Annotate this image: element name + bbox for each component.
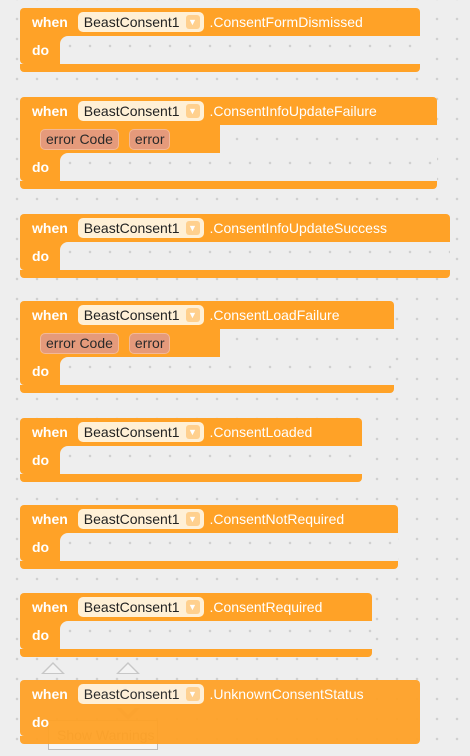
event-name: .ConsentFormDismissed — [209, 14, 363, 30]
component-name: BeastConsent1 — [83, 511, 180, 527]
event-block-consent-loaded[interactable]: when BeastConsent1 ▼ .ConsentLoaded do — [20, 418, 362, 482]
do-keyword: do — [32, 42, 50, 58]
event-name: .ConsentInfoUpdateSuccess — [209, 220, 387, 236]
event-name: .ConsentNotRequired — [209, 511, 345, 527]
block-bottom — [20, 736, 420, 744]
chevron-down-icon[interactable]: ▼ — [185, 600, 200, 614]
block-header[interactable]: when BeastConsent1 ▼ .ConsentRequired — [20, 593, 372, 621]
do-keyword: do — [32, 159, 50, 175]
block-bottom — [20, 270, 450, 278]
do-row: do — [20, 242, 450, 270]
component-dropdown[interactable]: BeastConsent1 ▼ — [77, 305, 204, 325]
block-bottom — [20, 561, 398, 569]
do-row: do — [20, 708, 420, 736]
do-keyword: do — [32, 539, 50, 555]
do-keyword: do — [32, 714, 50, 730]
component-dropdown[interactable]: BeastConsent1 ▼ — [77, 12, 204, 32]
do-row: do — [20, 446, 362, 474]
when-keyword: when — [32, 103, 68, 119]
do-row: do — [20, 357, 394, 385]
component-dropdown[interactable]: BeastConsent1 ▼ — [77, 597, 204, 617]
component-name: BeastConsent1 — [83, 14, 180, 30]
when-keyword: when — [32, 307, 68, 323]
block-header[interactable]: when BeastConsent1 ▼ .ConsentInfoUpdateS… — [20, 214, 450, 242]
component-name: BeastConsent1 — [83, 686, 180, 702]
do-statement-slot[interactable] — [60, 446, 362, 474]
component-dropdown[interactable]: BeastConsent1 ▼ — [77, 101, 204, 121]
do-statement-slot[interactable] — [60, 242, 450, 270]
do-statement-slot[interactable] — [60, 36, 420, 64]
when-keyword: when — [32, 599, 68, 615]
block-header[interactable]: when BeastConsent1 ▼ .ConsentLoaded — [20, 418, 362, 446]
param-error-code[interactable]: error Code — [40, 128, 119, 150]
do-keyword: do — [32, 627, 50, 643]
param-error[interactable]: error — [128, 332, 171, 354]
component-dropdown[interactable]: BeastConsent1 ▼ — [77, 422, 204, 442]
component-dropdown[interactable]: BeastConsent1 ▼ — [77, 218, 204, 238]
chevron-down-icon[interactable]: ▼ — [185, 15, 200, 29]
event-block-unknown-consent-status[interactable]: when BeastConsent1 ▼ .UnknownConsentStat… — [20, 680, 420, 744]
component-name: BeastConsent1 — [83, 103, 180, 119]
param-error[interactable]: error — [128, 128, 171, 150]
chevron-down-icon[interactable]: ▼ — [185, 512, 200, 526]
block-header[interactable]: when BeastConsent1 ▼ .UnknownConsentStat… — [20, 680, 420, 708]
chevron-down-icon[interactable]: ▼ — [185, 221, 200, 235]
when-keyword: when — [32, 424, 68, 440]
parameters-row: error Code error — [20, 329, 220, 357]
event-block-consent-not-required[interactable]: when BeastConsent1 ▼ .ConsentNotRequired… — [20, 505, 398, 569]
event-name: .UnknownConsentStatus — [209, 686, 364, 702]
event-name: .ConsentRequired — [209, 599, 323, 615]
do-statement-slot[interactable] — [60, 357, 394, 385]
scroll-up-right-icon[interactable] — [116, 662, 140, 674]
do-row: do — [20, 621, 372, 649]
event-block-consent-form-dismissed[interactable]: when BeastConsent1 ▼ .ConsentFormDismiss… — [20, 8, 420, 72]
component-name: BeastConsent1 — [83, 599, 180, 615]
do-keyword: do — [32, 363, 50, 379]
block-bottom — [20, 385, 394, 393]
param-error-code[interactable]: error Code — [40, 332, 119, 354]
chevron-down-icon[interactable]: ▼ — [185, 104, 200, 118]
component-dropdown[interactable]: BeastConsent1 ▼ — [77, 684, 204, 704]
chevron-down-icon[interactable]: ▼ — [185, 308, 200, 322]
block-bottom — [20, 649, 372, 657]
do-statement-slot[interactable] — [60, 621, 372, 649]
do-row: do — [20, 533, 398, 561]
block-header[interactable]: when BeastConsent1 ▼ .ConsentNotRequired — [20, 505, 398, 533]
event-name: .ConsentInfoUpdateFailure — [209, 103, 377, 119]
parameters-row: error Code error — [20, 125, 220, 153]
event-block-consent-info-update-success[interactable]: when BeastConsent1 ▼ .ConsentInfoUpdateS… — [20, 214, 450, 278]
when-keyword: when — [32, 14, 68, 30]
do-row: do — [20, 36, 420, 64]
do-keyword: do — [32, 248, 50, 264]
when-keyword: when — [32, 220, 68, 236]
block-bottom — [20, 64, 420, 72]
block-header[interactable]: when BeastConsent1 ▼ .ConsentLoadFailure — [20, 301, 394, 329]
event-block-consent-info-update-failure[interactable]: when BeastConsent1 ▼ .ConsentInfoUpdateF… — [20, 97, 437, 189]
event-name: .ConsentLoadFailure — [209, 307, 340, 323]
component-dropdown[interactable]: BeastConsent1 ▼ — [77, 509, 204, 529]
when-keyword: when — [32, 511, 68, 527]
do-row: do — [20, 153, 437, 181]
do-statement-slot[interactable] — [60, 708, 420, 736]
component-name: BeastConsent1 — [83, 307, 180, 323]
block-bottom — [20, 474, 362, 482]
component-name: BeastConsent1 — [83, 220, 180, 236]
do-statement-slot[interactable] — [60, 153, 437, 181]
block-bottom — [20, 181, 437, 189]
block-header[interactable]: when BeastConsent1 ▼ .ConsentFormDismiss… — [20, 8, 420, 36]
do-statement-slot[interactable] — [60, 533, 398, 561]
event-block-consent-required[interactable]: when BeastConsent1 ▼ .ConsentRequired do — [20, 593, 372, 657]
chevron-down-icon[interactable]: ▼ — [185, 687, 200, 701]
chevron-down-icon[interactable]: ▼ — [185, 425, 200, 439]
component-name: BeastConsent1 — [83, 424, 180, 440]
event-name: .ConsentLoaded — [209, 424, 313, 440]
scroll-up-left-icon[interactable] — [41, 662, 65, 674]
event-block-consent-load-failure[interactable]: when BeastConsent1 ▼ .ConsentLoadFailure… — [20, 301, 394, 393]
block-header[interactable]: when BeastConsent1 ▼ .ConsentInfoUpdateF… — [20, 97, 437, 125]
do-keyword: do — [32, 452, 50, 468]
blocks-workspace[interactable]: when BeastConsent1 ▼ .ConsentFormDismiss… — [0, 0, 470, 756]
when-keyword: when — [32, 686, 68, 702]
